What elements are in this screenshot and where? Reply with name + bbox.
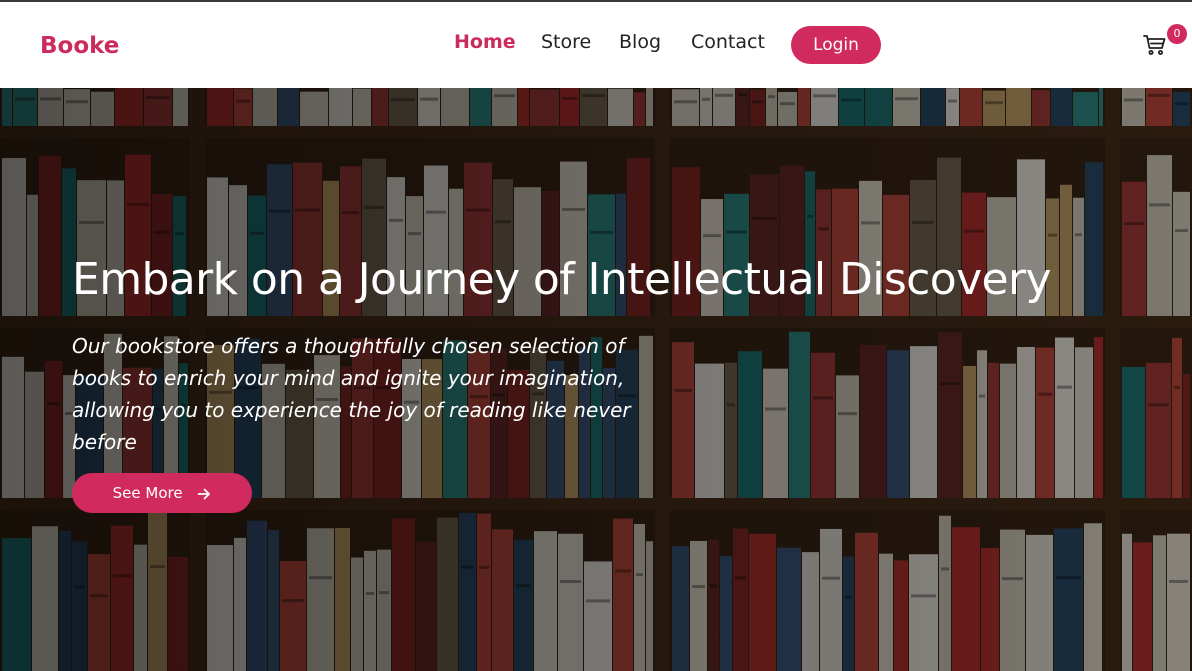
arrow-right-icon	[198, 488, 211, 499]
brand-logo[interactable]: Booke	[40, 33, 119, 59]
nav-contact[interactable]: Contact	[691, 31, 765, 53]
hero-description: Our bookstore offers a thoughtfully chos…	[72, 334, 631, 454]
hero-section: Embark on a Journey of Intellectual Disc…	[0, 88, 1192, 671]
cart-count-badge: 0	[1167, 24, 1187, 44]
navbar: Booke Home Store Blog Contact Login 0	[0, 2, 1192, 88]
login-button[interactable]: Login	[791, 26, 881, 64]
nav-home[interactable]: Home	[454, 31, 516, 53]
see-more-button[interactable]: See More	[72, 473, 252, 513]
hero-title: Embark on a Journey of Intellectual Disc…	[72, 254, 1052, 305]
page: Booke Home Store Blog Contact Login 0 Em…	[0, 0, 1192, 671]
nav-store[interactable]: Store	[541, 31, 591, 53]
nav-blog[interactable]: Blog	[619, 31, 661, 53]
see-more-label: See More	[112, 484, 183, 502]
cart-icon[interactable]	[1143, 34, 1167, 56]
